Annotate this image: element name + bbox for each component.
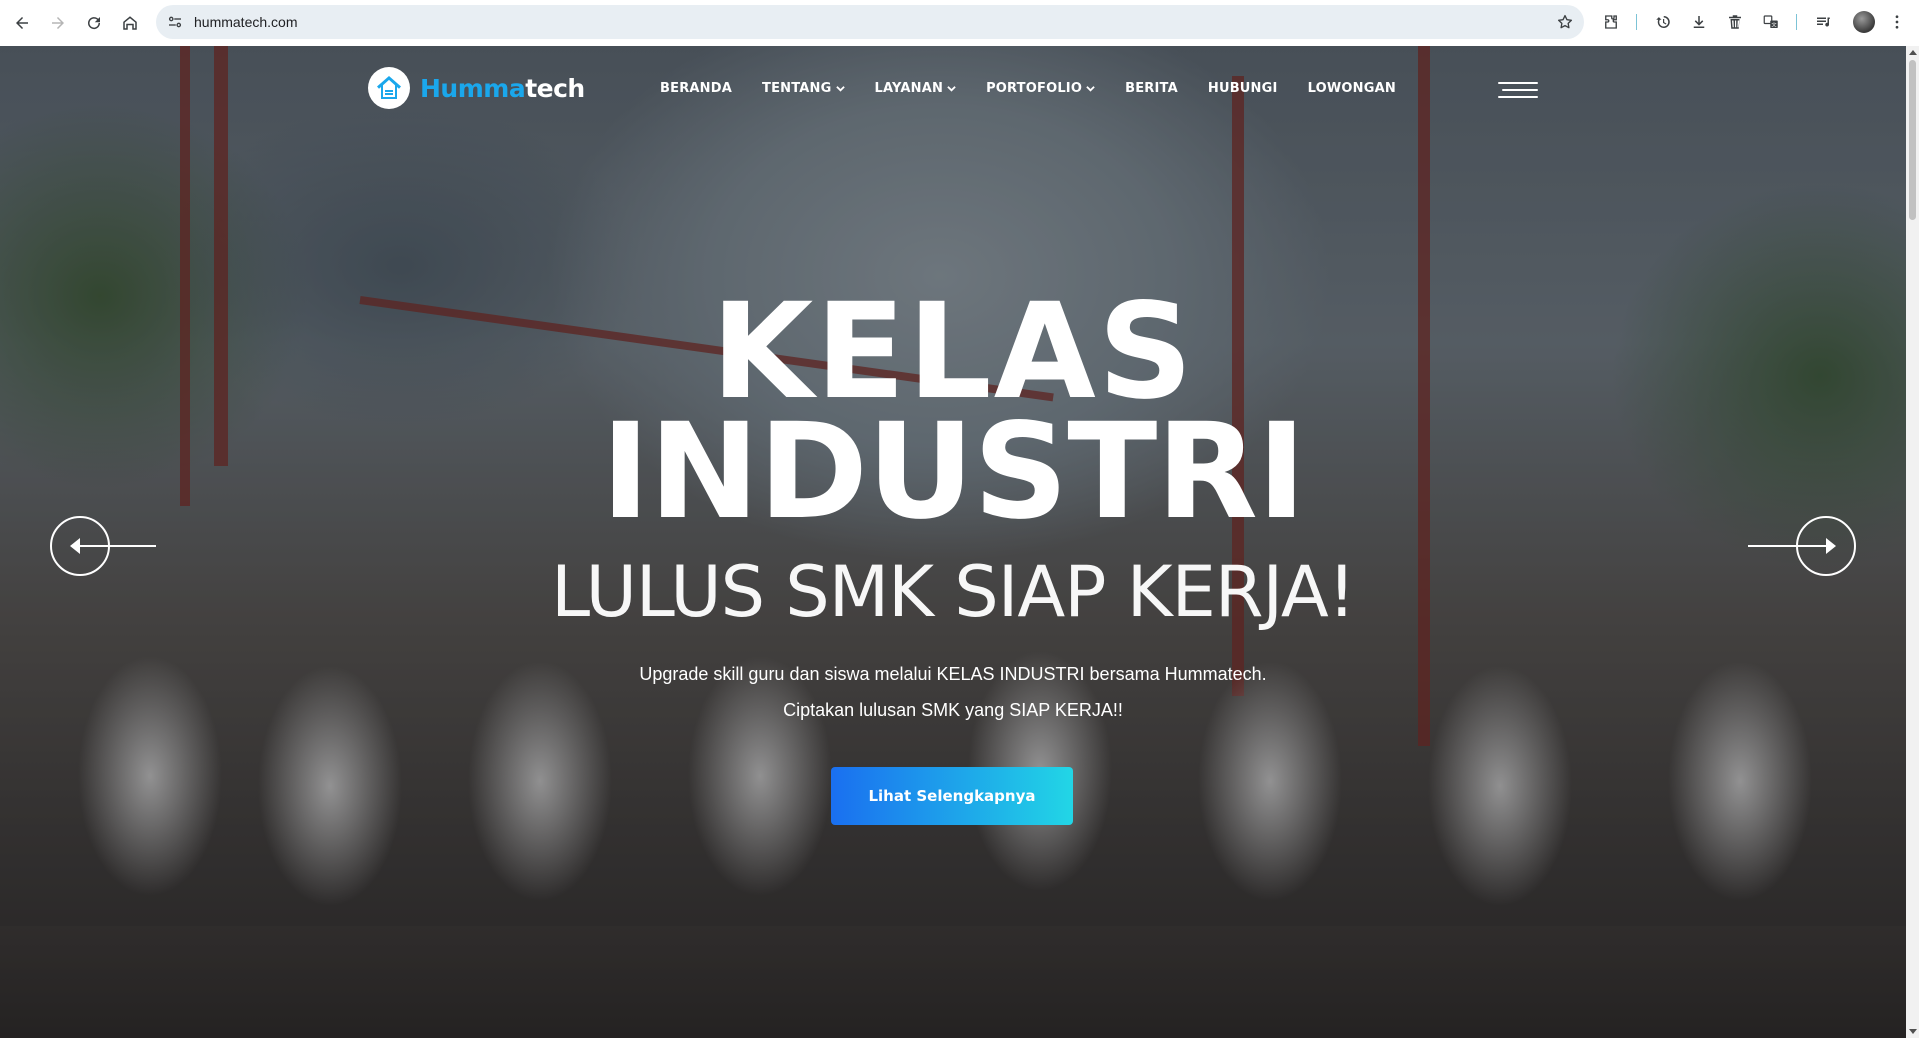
house-logo-icon (368, 67, 410, 109)
chevron-down-icon (947, 86, 956, 92)
site-info-icon[interactable] (166, 13, 184, 31)
nav-item-beranda[interactable]: BERANDA (660, 81, 732, 96)
toolbar-divider (1636, 14, 1637, 30)
home-icon[interactable] (117, 10, 143, 36)
delete-icon[interactable] (1724, 11, 1746, 33)
hamburger-menu-icon[interactable] (1498, 82, 1538, 102)
nav-item-berita[interactable]: BERITA (1125, 81, 1178, 96)
download-icon[interactable] (1688, 11, 1710, 33)
slider-prev-button[interactable] (50, 516, 170, 576)
cta-button[interactable]: Lihat Selengkapnya (831, 767, 1073, 825)
media-controls-icon[interactable] (1812, 11, 1834, 33)
browser-toolbar: hummatech.com 文 (0, 0, 1919, 46)
nav-label: LOWONGAN (1307, 81, 1396, 96)
nav-label: HUBUNGI (1207, 81, 1278, 96)
url-text[interactable]: hummatech.com (194, 14, 297, 30)
scroll-down-icon[interactable] (1909, 1029, 1917, 1034)
hero-description-line1: Upgrade skill guru dan siswa melalui KEL… (639, 664, 1267, 684)
nav-label: BERITA (1125, 81, 1178, 96)
scroll-up-icon[interactable] (1909, 50, 1917, 55)
nav-label: BERANDA (660, 81, 732, 96)
profile-avatar[interactable] (1853, 11, 1875, 33)
nav-label: PORTOFOLIO (986, 81, 1083, 96)
slider-next-button[interactable] (1736, 516, 1856, 576)
page-scrollbar[interactable] (1906, 46, 1919, 1038)
nav-item-layanan[interactable]: LAYANAN (875, 81, 957, 96)
nav-item-portofolio[interactable]: PORTOFOLIO (986, 81, 1095, 96)
nav-item-lowongan[interactable]: LOWONGAN (1308, 81, 1396, 96)
arrow-left-icon (70, 538, 80, 554)
bookmark-star-icon[interactable] (1556, 13, 1574, 31)
arrow-right-icon (1826, 538, 1836, 554)
hero-title-line2: INDUSTRI (600, 395, 1306, 549)
logo-text-secondary: tech (525, 73, 585, 103)
nav-label: TENTANG (762, 81, 832, 96)
hero-subtitle: LULUS SMK SIAP KERJA! (551, 551, 1356, 633)
hero-description-line2: Ciptakan lulusan SMK yang SIAP KERJA!! (783, 700, 1123, 720)
back-icon[interactable] (9, 10, 35, 36)
toolbar-divider (1796, 14, 1797, 30)
chevron-down-icon (835, 86, 845, 92)
more-menu-icon[interactable] (1886, 11, 1908, 33)
nav-label: LAYANAN (874, 81, 944, 96)
history-icon[interactable] (1652, 11, 1674, 33)
forward-icon[interactable] (45, 10, 71, 36)
logo-text-primary: Humma (420, 73, 526, 103)
nav-item-tentang[interactable]: TENTANG (762, 81, 845, 96)
address-bar[interactable]: hummatech.com (156, 5, 1584, 39)
extensions-icon[interactable] (1600, 11, 1622, 33)
scrollbar-thumb[interactable] (1909, 60, 1916, 220)
translate-icon[interactable]: 文 (1760, 11, 1782, 33)
main-navigation: BERANDA TENTANG LAYANAN PORTOFOLIO BERIT… (660, 81, 1426, 96)
reload-icon[interactable] (81, 10, 107, 36)
site-logo[interactable]: Hummatech (368, 66, 585, 110)
nav-item-hubungi[interactable]: HUBUNGI (1208, 81, 1278, 96)
page-viewport: Hummatech BERANDA TENTANG LAYANAN PORTOF… (0, 46, 1906, 1038)
chevron-down-icon (1086, 86, 1095, 92)
